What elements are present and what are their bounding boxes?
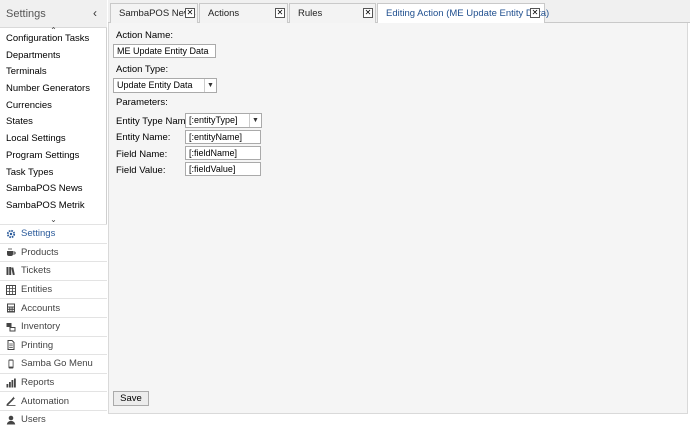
close-icon[interactable]: ✕ [530,8,540,18]
document-tab-bar: SambaPOS News ✕ Actions ✕ Rules ✕ Editin… [108,0,690,24]
sidebar-item-currencies[interactable]: Currencies [6,97,106,114]
scroll-down-chevron-icon[interactable]: ⌄ [0,215,107,224]
nav-users[interactable]: Users [0,409,107,429]
nav-label: Settings [21,228,56,240]
tab-rules[interactable]: Rules ✕ [289,3,376,23]
sidebar: Settings ‹ ⌃ Configuration Tasks Departm… [0,0,107,429]
nav-entities[interactable]: Entities [0,279,107,299]
settings-list: Configuration Tasks Departments Terminal… [6,30,106,214]
gear-icon [6,229,16,239]
user-icon [6,415,16,425]
sidebar-item-sambapos-metrik[interactable]: SambaPOS Metrik [6,197,106,214]
magic-wand-icon [6,396,16,407]
sidebar-title: Settings [6,8,46,20]
nav-label: Reports [21,377,55,389]
nav-printing[interactable]: Printing [0,335,107,355]
close-icon[interactable]: ✕ [363,8,373,18]
boxes-icon [6,322,16,332]
main-navigation: Settings Products Tickets Entities Accou… [0,224,107,429]
nav-products[interactable]: Products [0,242,107,262]
close-icon[interactable]: ✕ [275,8,285,18]
field-name-input[interactable]: [:fieldName] [185,146,261,160]
sidebar-item-local-settings[interactable]: Local Settings [6,130,106,147]
close-icon[interactable]: ✕ [185,8,195,18]
field-name-label: Field Name: [116,149,168,160]
sidebar-item-sambapos-news[interactable]: SambaPOS News [6,180,106,197]
sidebar-item-departments[interactable]: Departments [6,47,106,64]
nav-accounts[interactable]: Accounts [0,298,107,317]
sidebar-item-configuration-tasks[interactable]: Configuration Tasks [6,30,106,47]
tab-label: Actions [208,8,240,19]
action-type-label: Action Type: [116,64,169,75]
document-icon [6,340,16,351]
nav-automation[interactable]: Automation [0,391,107,410]
sidebar-item-program-settings[interactable]: Program Settings [6,147,106,164]
tab-label: Editing Action (ME Update Entity Data) [386,8,550,19]
nav-inventory[interactable]: Inventory [0,316,107,336]
phone-icon [6,359,16,369]
chevron-down-icon: ▼ [204,79,216,92]
nav-samba-go-menu[interactable]: Samba Go Menu [0,354,107,373]
sidebar-item-number-generators[interactable]: Number Generators [6,80,106,97]
nav-reports[interactable]: Reports [0,372,107,392]
sidebar-item-states[interactable]: States [6,113,106,130]
nav-label: Tickets [21,265,51,277]
nav-label: Samba Go Menu [21,358,93,370]
books-icon [6,266,16,276]
sidebar-item-terminals[interactable]: Terminals [6,63,106,80]
entity-name-label: Entity Name: [116,132,171,143]
grid-icon [6,284,16,295]
tab-actions[interactable]: Actions ✕ [199,3,288,23]
entity-type-name-select[interactable]: [:entityType] ▼ [185,113,262,128]
bar-chart-icon [6,378,16,388]
action-name-label: Action Name: [116,30,174,41]
entity-type-name-value: [:entityType] [189,115,238,125]
action-type-value: Update Entity Data [117,80,193,90]
tab-editing-action[interactable]: Editing Action (ME Update Entity Data) ✕ [377,3,549,24]
calculator-icon [6,303,16,313]
parameters-label: Parameters: [116,97,168,108]
nav-settings[interactable]: Settings [0,224,107,243]
collapse-chevron-icon[interactable]: ‹ [93,6,97,20]
entity-type-name-label: Entity Type Name: [116,116,194,127]
field-value-label: Field Value: [116,165,166,176]
action-editor-panel: Action Name: ME Update Entity Data Actio… [108,23,688,414]
chevron-down-icon: ▼ [249,114,261,127]
nav-tickets[interactable]: Tickets [0,261,107,280]
entity-name-input[interactable]: [:entityName] [185,130,261,144]
nav-label: Printing [21,339,54,351]
tab-sambapos-news[interactable]: SambaPOS News ✕ [110,3,198,23]
action-name-input[interactable]: ME Update Entity Data [113,44,216,58]
nav-label: Inventory [21,321,61,333]
coffee-cup-icon [6,247,16,257]
sidebar-item-task-types[interactable]: Task Types [6,164,106,181]
nav-label: Accounts [21,302,61,314]
action-type-select[interactable]: Update Entity Data ▼ [113,78,217,93]
nav-label: Products [21,246,59,258]
sidebar-header: Settings ‹ [0,0,107,28]
nav-label: Automation [21,395,70,407]
save-button[interactable]: Save [113,391,149,406]
nav-label: Entities [21,284,53,296]
tab-label: Rules [298,8,323,19]
field-value-input[interactable]: [:fieldValue] [185,162,261,176]
nav-label: Users [21,414,46,426]
